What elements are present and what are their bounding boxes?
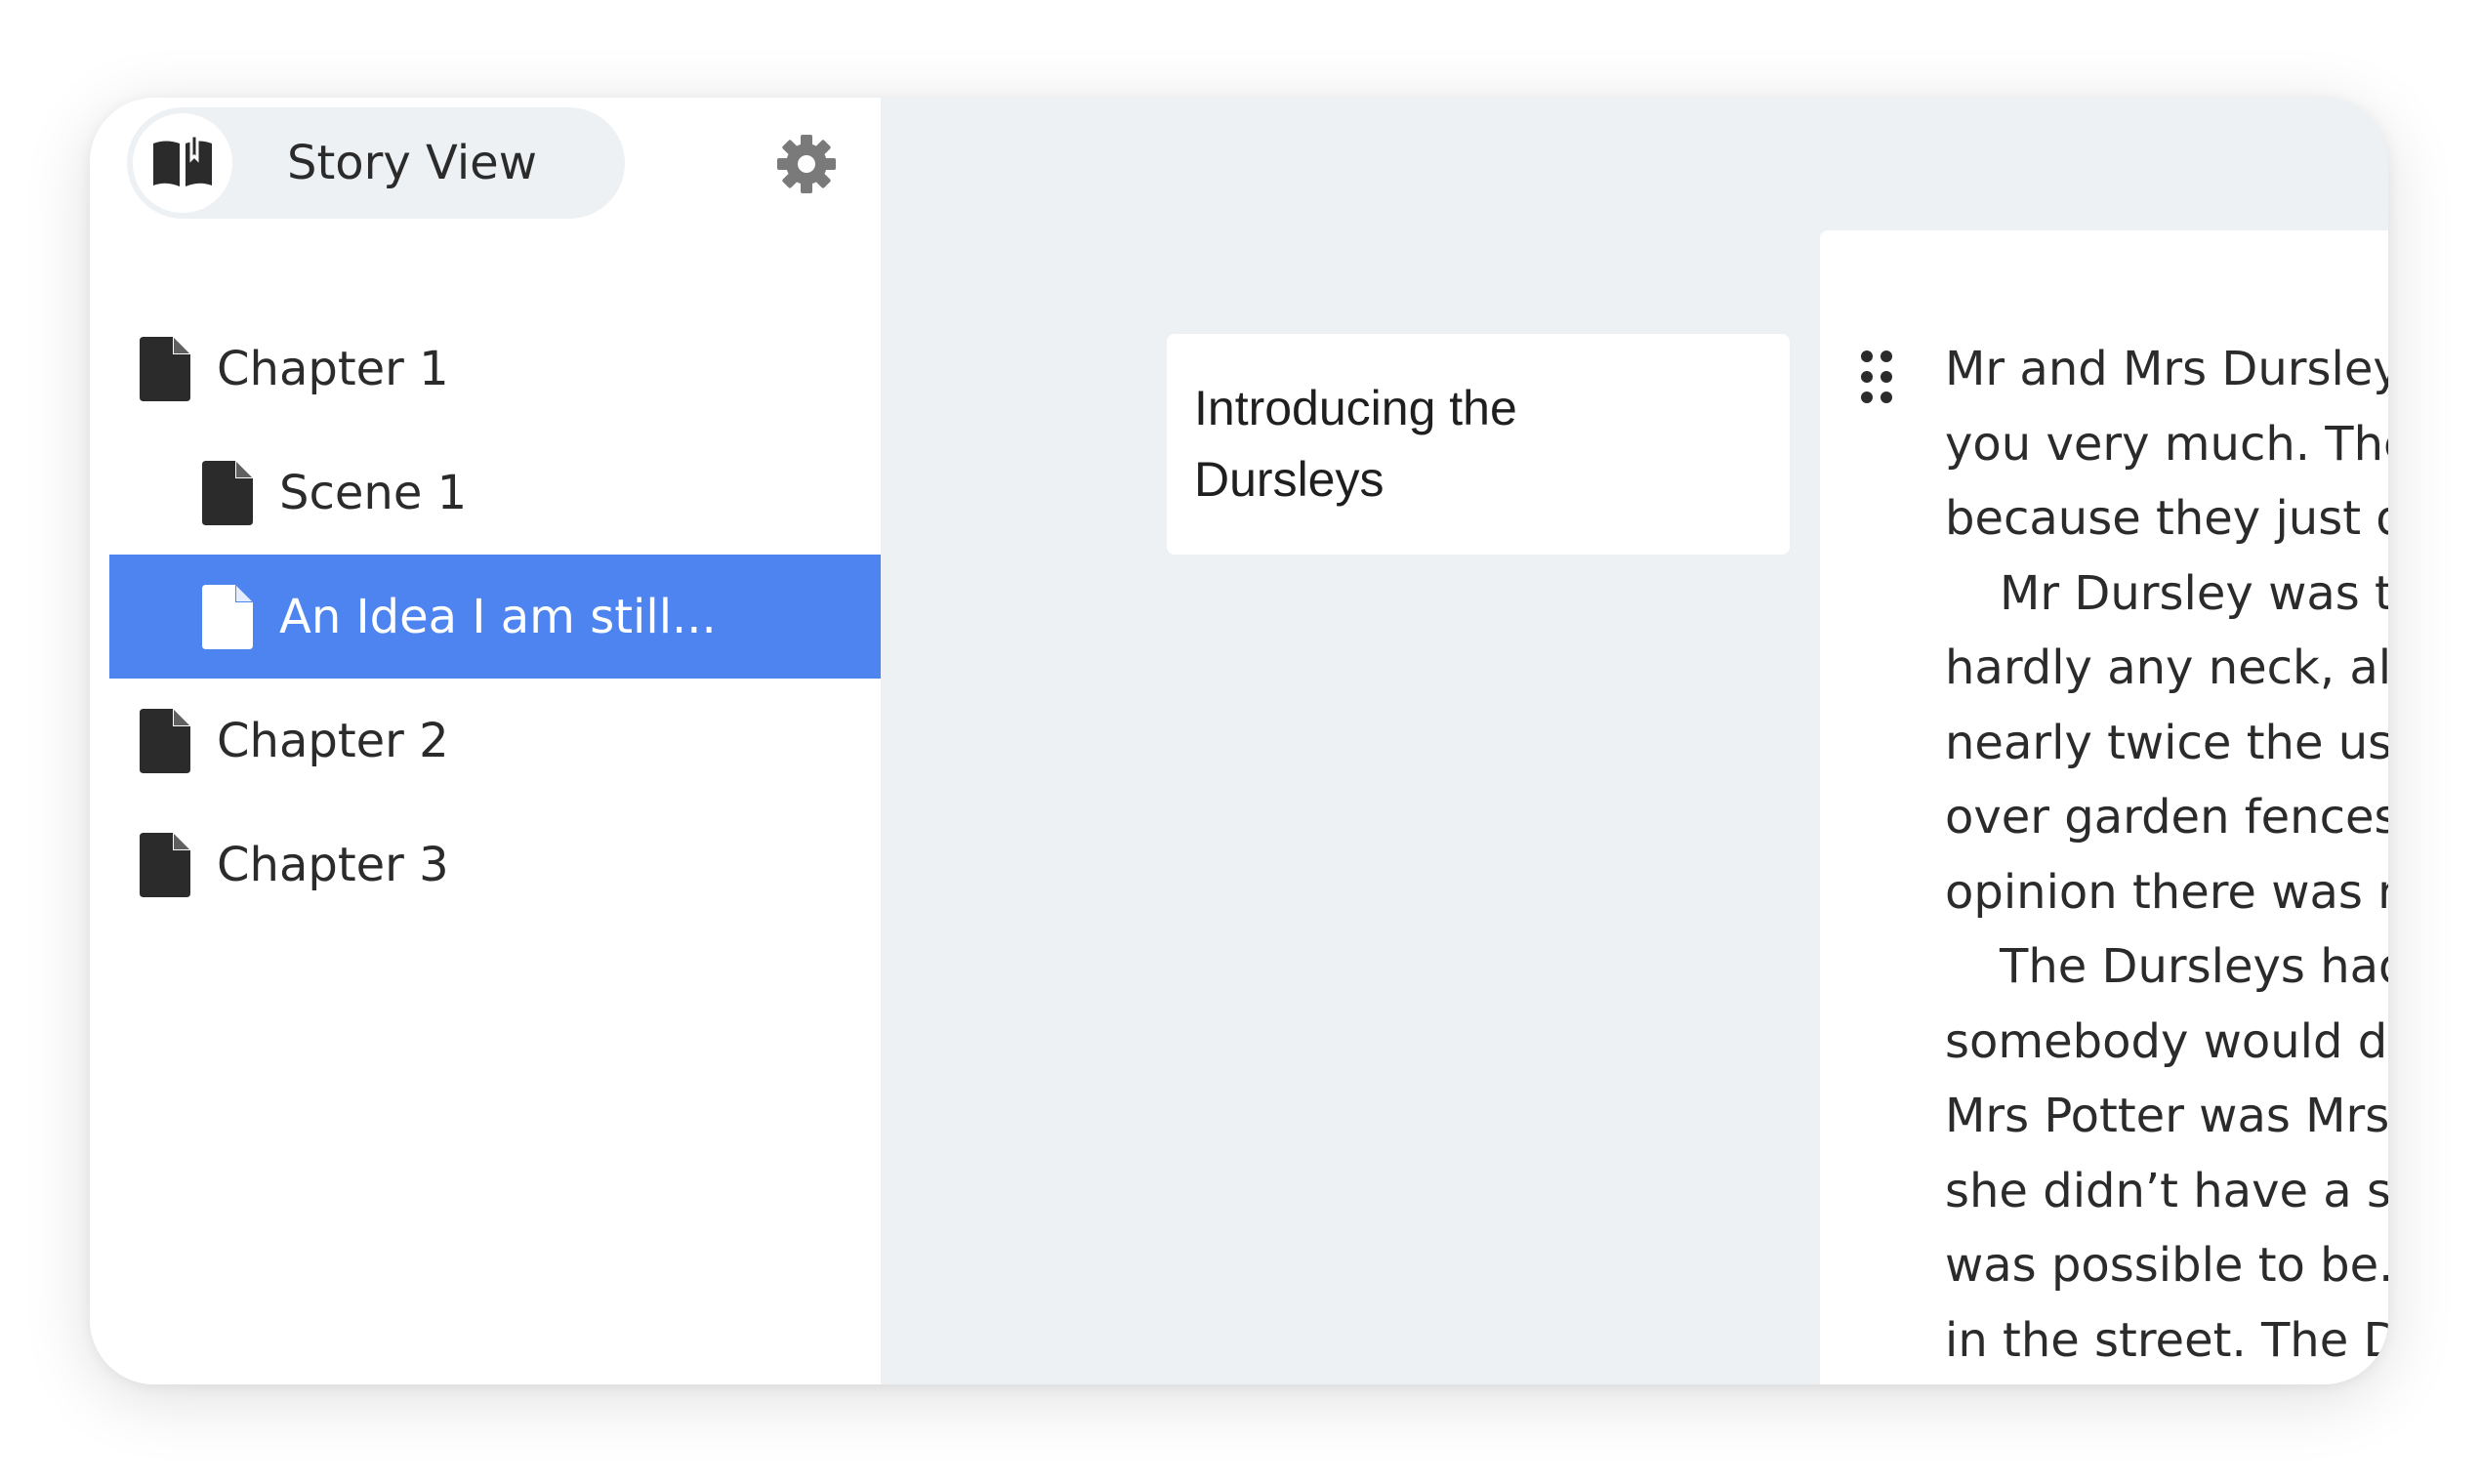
tree-item-label: Scene 1 (279, 465, 468, 520)
summary-line: Dursleys (1194, 452, 1385, 507)
scene-text-editor[interactable]: Mr and Mrs Dursley, you very much. They … (1945, 332, 2388, 1378)
tree-item-chapter-2[interactable]: Chapter 2 (90, 679, 881, 803)
text-line: Mr Dursley was th (2000, 565, 2388, 621)
text-line: nearly twice the usua (1945, 715, 2388, 770)
document-icon (201, 584, 254, 650)
story-view-switcher[interactable]: Story View (127, 107, 625, 219)
tree-item-label: Chapter 1 (217, 341, 449, 396)
sidebar: Story View Chapter 1 Scene 1 An Idea I a… (90, 98, 881, 1384)
tree-item-label: Chapter 2 (217, 713, 449, 768)
tree-item-chapter-1[interactable]: Chapter 1 (90, 307, 881, 431)
gear-icon (777, 135, 836, 193)
drag-handle-icon[interactable] (1859, 350, 1894, 404)
text-line: hardly any neck, alth (1945, 640, 2388, 695)
text-line: she didn’t have a sis (1945, 1163, 2388, 1218)
text-line: somebody would dis (1945, 1013, 2388, 1069)
text-line: over garden fences, (1945, 790, 2388, 845)
summary-line: Introducing the (1194, 381, 1517, 435)
text-line: The Dursleys had (2000, 939, 2388, 994)
document-tree: Chapter 1 Scene 1 An Idea I am still... … (90, 307, 881, 927)
document-icon (201, 460, 254, 526)
document-icon (139, 708, 191, 774)
text-line: opinion there was no (1945, 864, 2388, 920)
tree-item-label: An Idea I am still... (279, 589, 717, 644)
text-line: Mrs Potter was Mrs D (1945, 1089, 2388, 1143)
scene-text-panel: Mr and Mrs Dursley, you very much. They … (1820, 230, 2388, 1384)
open-book-icon (133, 113, 232, 213)
settings-button[interactable] (771, 129, 842, 199)
story-canvas: Introducing the Dursleys Mr and Mrs Durs… (881, 98, 2388, 1384)
tree-item-label: Chapter 3 (217, 837, 449, 892)
document-icon (139, 832, 191, 898)
app-window: Story View Chapter 1 Scene 1 An Idea I a… (90, 98, 2388, 1384)
text-line: was possible to be. T (1945, 1238, 2388, 1293)
scene-summary-card[interactable]: Introducing the Dursleys (1167, 334, 1790, 555)
view-switcher-label: Story View (287, 136, 537, 190)
tree-item-scene-1[interactable]: Scene 1 (90, 431, 881, 555)
text-line: Mr and Mrs Dursley, (1945, 342, 2388, 396)
text-line: you very much. They (1945, 416, 2388, 472)
text-line: in the street. The Du (1945, 1312, 2388, 1368)
document-icon (139, 336, 191, 402)
tree-item-chapter-3[interactable]: Chapter 3 (90, 803, 881, 927)
tree-item-an-idea-selected[interactable]: An Idea I am still... (109, 555, 881, 679)
text-line: because they just did (1945, 491, 2388, 546)
